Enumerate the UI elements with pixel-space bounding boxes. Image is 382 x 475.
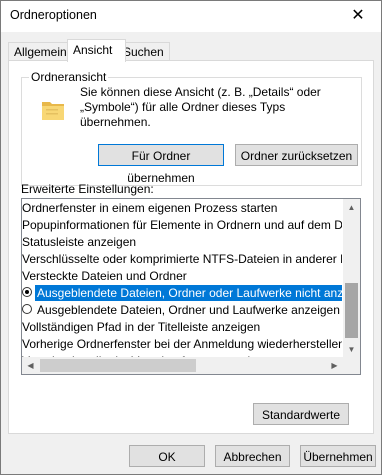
list-item[interactable]: Popupinformationen für Elemente in Ordne… [22,217,342,233]
scrollbar-corner [343,357,360,374]
horizontal-scroll-thumb[interactable] [40,359,196,372]
ok-button[interactable]: OK [129,445,205,467]
title-bar: Ordneroptionen ✕ [1,1,381,32]
apply-to-folders-button[interactable]: Für Ordner übernehmen [98,144,224,185]
cancel-button[interactable]: Abbrechen [215,445,290,467]
advanced-settings-list[interactable]: Ordnerfenster in einem eigenen Prozess s… [21,198,361,375]
vertical-scroll-thumb[interactable] [345,283,358,338]
list-item[interactable]: Statusleiste anzeigen [22,234,342,250]
list-item[interactable]: Ausgeblendete Dateien, Ordner und Laufwe… [22,302,342,318]
folder-view-group: Ordneransicht Sie können diese Ansicht (… [21,70,362,186]
radio-button[interactable] [22,304,32,314]
tab-ansicht[interactable]: Ansicht [67,39,126,62]
list-item[interactable]: Vollständigen Pfad in der Titelleiste an… [22,319,342,335]
close-icon[interactable]: ✕ [335,1,381,32]
scroll-right-icon[interactable]: ▶ [326,357,343,374]
list-item[interactable]: Vorherige Ordnerfenster bei der Anmeldun… [22,336,342,352]
folder-icon [42,102,64,120]
tab-panel-ansicht: Ordneransicht Sie können diese Ansicht (… [8,60,374,434]
list-item[interactable]: Verschlüsselte oder komprimierte NTFS-Da… [22,251,342,267]
folder-view-description: Sie können diese Ansicht (z. B. „Details… [80,85,321,129]
radio-button-checked[interactable] [22,287,32,297]
tab-allgemein[interactable]: Allgemein [8,42,71,61]
scroll-down-icon[interactable]: ▼ [343,341,360,358]
scroll-up-icon[interactable]: ▲ [343,199,360,216]
list-item[interactable]: Versteckte Dateien und Ordner [22,268,342,284]
reset-folders-button[interactable]: Ordner zurücksetzen [235,144,358,166]
folder-view-label: Ordneransicht [29,70,109,84]
horizontal-scrollbar[interactable]: ◀ ▶ [22,357,360,374]
restore-defaults-button[interactable]: Standardwerte [253,403,349,425]
scroll-left-icon[interactable]: ◀ [22,357,39,374]
list-item[interactable]: Ordnerfenster in einem eigenen Prozess s… [22,200,342,216]
window-title: Ordneroptionen [10,8,97,22]
list-item-selected[interactable]: Ausgeblendete Dateien, Ordner oder Laufw… [22,285,342,301]
folder-options-dialog: Ordneroptionen ✕ Allgemein Ansicht Suche… [0,0,382,475]
advanced-settings-label: Erweiterte Einstellungen: [21,182,154,196]
apply-button[interactable]: Übernehmen [300,445,376,467]
vertical-scrollbar[interactable]: ▲ ▼ [343,199,360,358]
